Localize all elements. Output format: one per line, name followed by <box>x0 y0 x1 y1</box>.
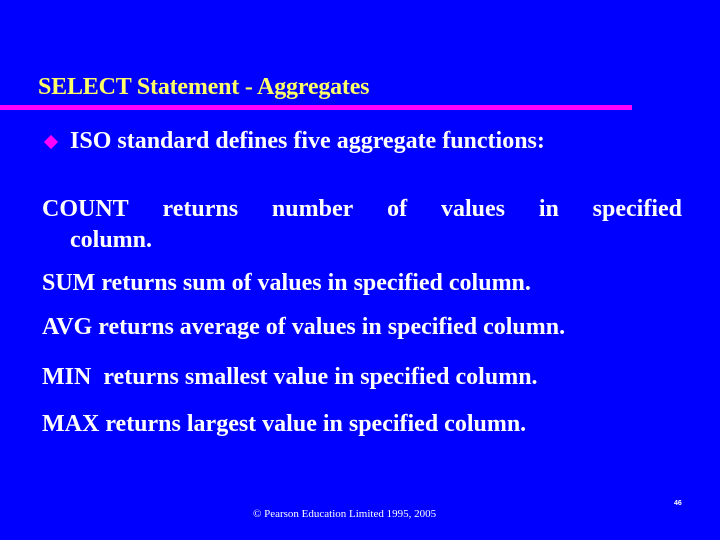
function-max: MAX returns largest value in specified c… <box>42 411 527 437</box>
slide: { "slide": { "title": "SELECT Statement … <box>0 0 720 540</box>
function-min: MIN returns smallest value in specified … <box>42 364 538 390</box>
count-word: COUNT <box>42 196 129 222</box>
slide-title: SELECT Statement - Aggregates <box>38 74 370 100</box>
count-word: of <box>387 196 408 222</box>
bullet-text: ISO standard defines five aggregate func… <box>70 128 545 154</box>
count-word: in <box>538 196 559 222</box>
count-word: specified <box>592 196 682 222</box>
page-number: 46 <box>674 500 682 507</box>
bullet-item: ISO standard defines five aggregate func… <box>43 128 545 155</box>
count-line-2: column. <box>70 227 153 253</box>
title-underline-bar <box>0 105 632 110</box>
function-sum: SUM returns sum of values in specified c… <box>42 270 531 296</box>
count-word: number <box>271 196 354 222</box>
function-avg: AVG returns average of values in specifi… <box>42 314 566 340</box>
function-count: COUNT returns number of values in specif… <box>42 194 682 256</box>
diamond-bullet-icon <box>43 134 59 149</box>
copyright-footer: © Pearson Education Limited 1995, 2005 <box>253 508 437 520</box>
count-word: values <box>440 196 505 222</box>
count-word: returns <box>162 196 239 222</box>
count-line-1: COUNT returns number of values in specif… <box>42 194 682 225</box>
